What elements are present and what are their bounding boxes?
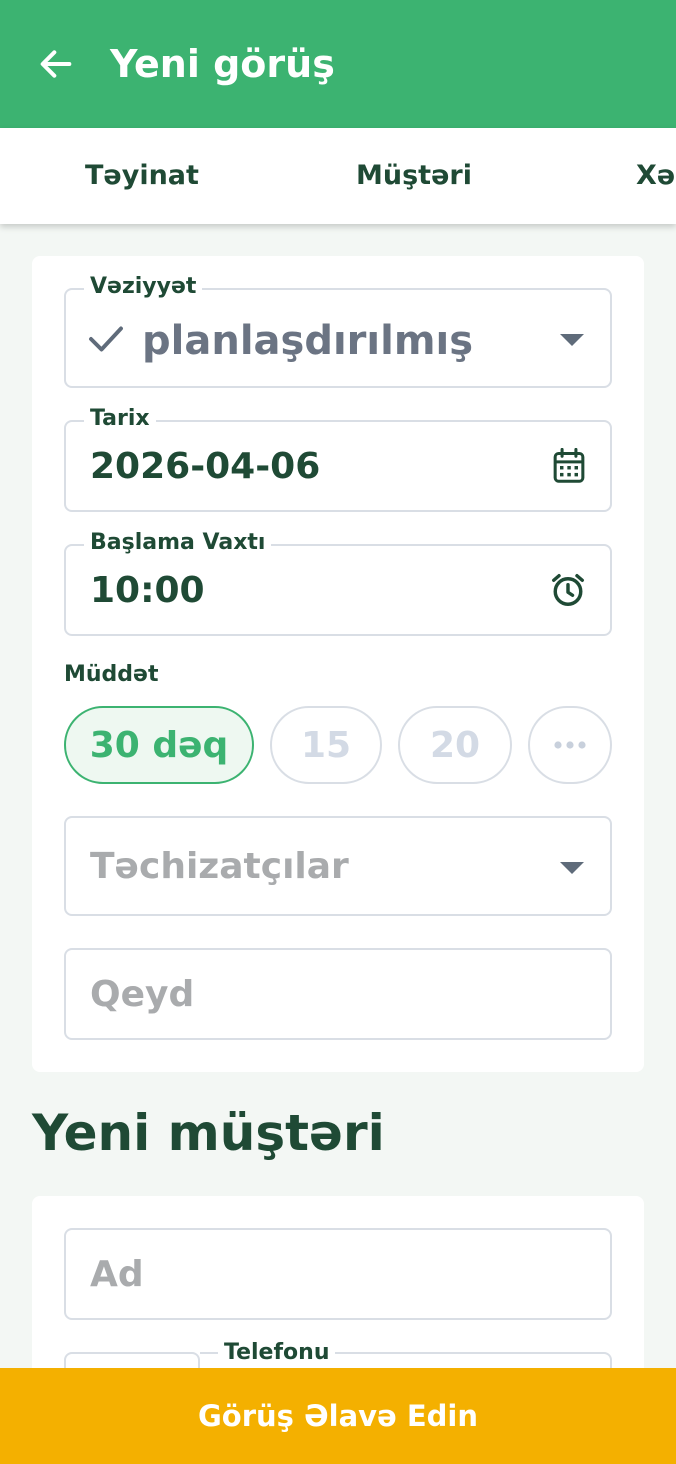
tab-bar: Təyinat Müştəri Xəs bbox=[0, 128, 676, 224]
tab-appointment[interactable]: Təyinat bbox=[85, 128, 199, 224]
add-appointment-button[interactable]: Görüş Əlavə Edin bbox=[0, 1368, 676, 1464]
duration-chip-15[interactable]: 15 bbox=[270, 706, 382, 784]
duration-chip-20[interactable]: 20 bbox=[398, 706, 512, 784]
back-button[interactable] bbox=[26, 34, 86, 94]
note-placeholder: Qeyd bbox=[90, 974, 195, 1015]
start-time-label: Başlama Vaxtı bbox=[84, 530, 272, 555]
status-select[interactable]: Vəziyyət planlaşdırılmış bbox=[64, 274, 612, 388]
page-title: Yeni görüş bbox=[110, 42, 335, 86]
alarm-clock-icon[interactable] bbox=[550, 572, 586, 608]
arrow-left-icon bbox=[40, 50, 72, 78]
name-placeholder: Ad bbox=[90, 1254, 144, 1295]
duration-label: Müddət bbox=[64, 662, 159, 687]
status-value: planlaşdırılmış bbox=[142, 318, 474, 364]
note-input[interactable]: Qeyd bbox=[64, 948, 612, 1040]
date-label: Tarix bbox=[84, 406, 156, 431]
more-options-button[interactable] bbox=[528, 706, 612, 784]
chevron-down-icon bbox=[560, 334, 584, 346]
tab-services[interactable]: Xəs bbox=[636, 128, 676, 224]
suppliers-select[interactable]: Təchizatçılar bbox=[64, 816, 612, 916]
more-horizontal-icon bbox=[554, 741, 586, 749]
name-input[interactable]: Ad bbox=[64, 1228, 612, 1320]
start-time-value: 10:00 bbox=[90, 570, 205, 611]
duration-chip-30[interactable]: 30 dəq bbox=[64, 706, 254, 784]
suppliers-placeholder: Təchizatçılar bbox=[90, 846, 349, 887]
start-time-field[interactable]: Başlama Vaxtı 10:00 bbox=[64, 530, 612, 636]
check-icon bbox=[89, 326, 123, 352]
phone-label: Telefonu bbox=[218, 1340, 336, 1365]
tab-customer[interactable]: Müştəri bbox=[356, 128, 472, 224]
chevron-down-icon bbox=[560, 862, 584, 874]
date-value: 2026-04-06 bbox=[90, 446, 321, 487]
new-customer-title: Yeni müştəri bbox=[32, 1104, 385, 1162]
calendar-icon[interactable] bbox=[552, 448, 586, 484]
status-label: Vəziyyət bbox=[84, 274, 203, 299]
date-field[interactable]: Tarix 2026-04-06 bbox=[64, 406, 612, 512]
app-bar: Yeni görüş bbox=[0, 0, 676, 128]
